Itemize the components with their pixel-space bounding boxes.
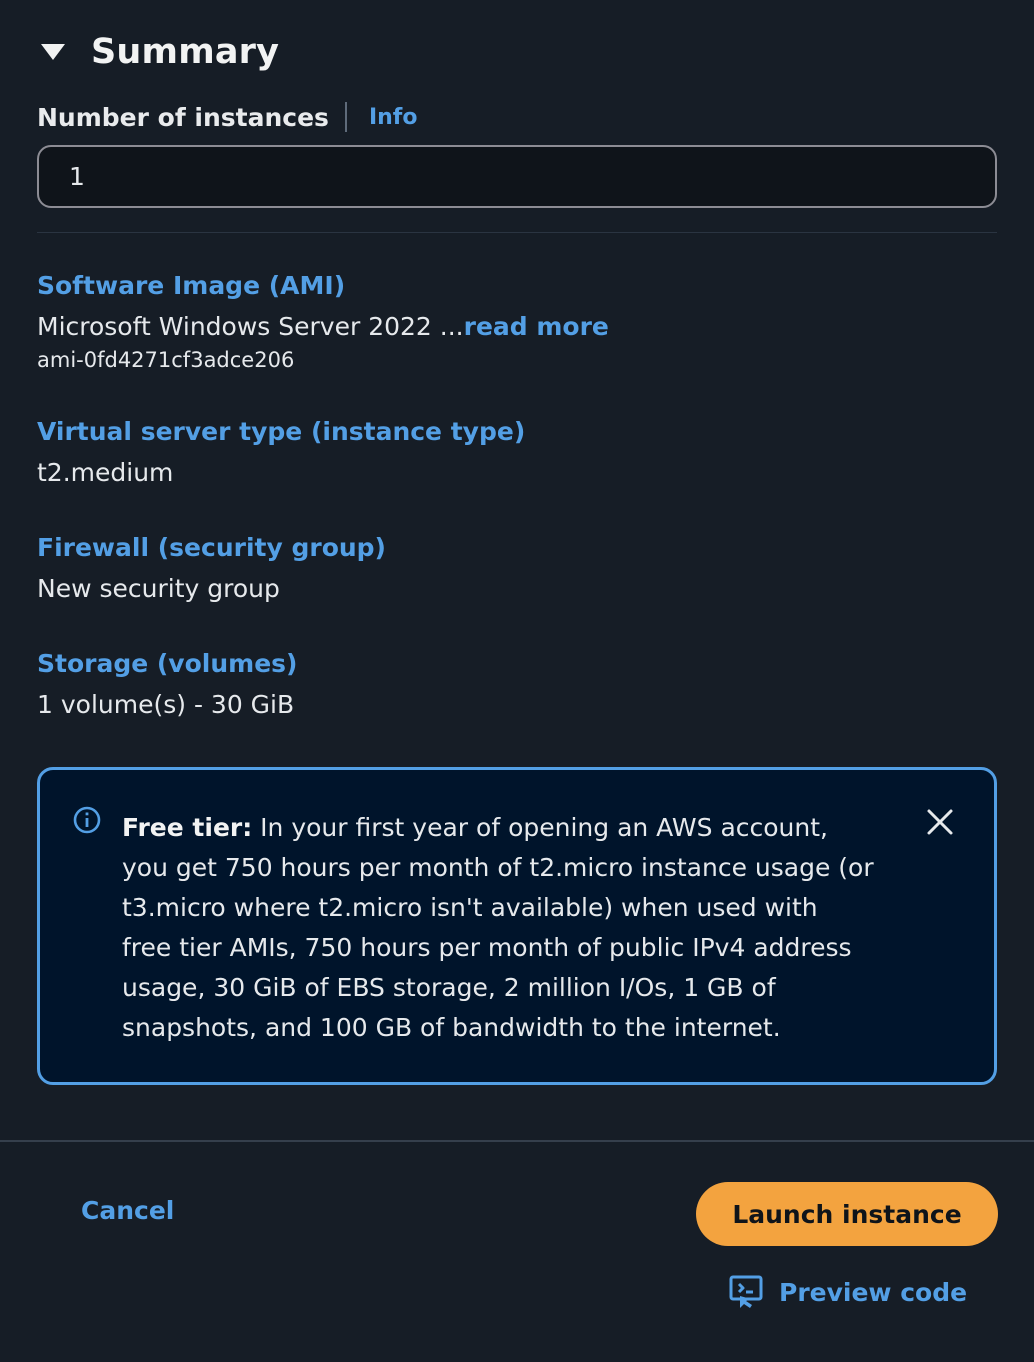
section-divider <box>37 232 997 233</box>
storage-section: Storage (volumes) 1 volume(s) - 30 GiB <box>37 647 997 723</box>
alert-heading: Free tier: <box>122 813 253 842</box>
preview-code-button[interactable]: Preview code <box>728 1274 967 1310</box>
instance-type-section: Virtual server type (instance type) t2.m… <box>37 415 997 491</box>
info-circle-icon <box>73 806 101 834</box>
alert-message: Free tier: In your first year of opening… <box>122 808 874 1048</box>
summary-panel: Summary Number of instances Info Softwar… <box>0 0 1034 1362</box>
close-icon[interactable] <box>926 808 954 836</box>
instance-type-title-link[interactable]: Virtual server type (instance type) <box>37 415 997 449</box>
storage-title-link[interactable]: Storage (volumes) <box>37 647 997 681</box>
ami-value: Microsoft Windows Server 2022 ...read mo… <box>37 309 997 345</box>
preview-code-label: Preview code <box>779 1277 968 1307</box>
read-more-link[interactable]: read more <box>464 312 609 341</box>
ami-id: ami-0fd4271cf3adce206 <box>37 348 295 372</box>
ami-section: Software Image (AMI) Microsoft Windows S… <box>37 269 997 375</box>
footer-divider <box>0 1140 1034 1142</box>
firewall-title-link[interactable]: Firewall (security group) <box>37 531 997 565</box>
summary-header[interactable]: Summary <box>37 0 997 78</box>
summary-title: Summary <box>91 32 280 72</box>
cancel-button[interactable]: Cancel <box>81 1196 174 1225</box>
free-tier-alert: Free tier: In your first year of opening… <box>37 767 997 1085</box>
label-divider <box>344 102 347 132</box>
caret-down-icon[interactable] <box>41 44 65 60</box>
storage-value: 1 volume(s) - 30 GiB <box>37 690 295 719</box>
preview-code-icon <box>729 1275 763 1308</box>
instances-label: Number of instances <box>37 102 329 132</box>
info-link[interactable]: Info <box>369 105 418 130</box>
firewall-section: Firewall (security group) New security g… <box>37 531 997 607</box>
ami-title-link[interactable]: Software Image (AMI) <box>37 269 997 303</box>
launch-instance-button[interactable]: Launch instance <box>696 1182 998 1246</box>
number-of-instances-input[interactable] <box>37 145 997 208</box>
instance-type-value: t2.medium <box>37 458 174 487</box>
ami-name: Microsoft Windows Server 2022 ... <box>37 312 464 341</box>
firewall-value: New security group <box>37 574 280 603</box>
alert-body: In your first year of opening an AWS acc… <box>122 813 874 1042</box>
instances-label-row: Number of instances Info <box>37 99 997 135</box>
